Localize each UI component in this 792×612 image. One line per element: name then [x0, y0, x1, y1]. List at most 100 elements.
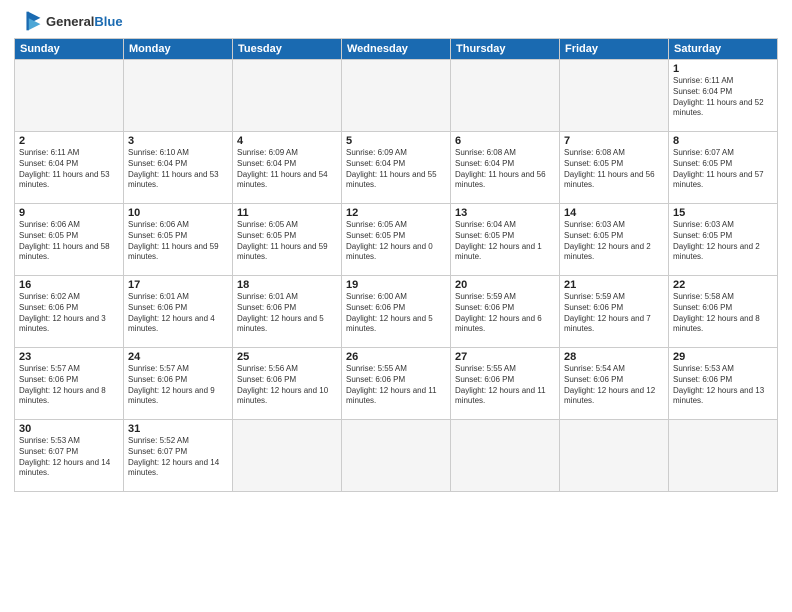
calendar-cell: 24Sunrise: 5:57 AMSunset: 6:06 PMDayligh… [124, 348, 233, 420]
week-row-3: 9 Sunrise: 6:06 AMSunset: 6:05 PMDaylight… [15, 204, 778, 276]
day-number: 31 [128, 423, 228, 435]
day-number: 19 [346, 279, 446, 291]
day-number: 25 [237, 351, 337, 363]
logo-text: GeneralBlue [46, 14, 123, 29]
day-number: 11 [237, 207, 337, 219]
day-number: 7 [564, 135, 664, 147]
day-number: 29 [673, 351, 773, 363]
calendar-cell: 10Sunrise: 6:06 AMSunset: 6:05 PMDayligh… [124, 204, 233, 276]
calendar-cell [451, 60, 560, 132]
day-info: Sunrise: 6:10 AMSunset: 6:04 PMDaylight:… [128, 148, 228, 191]
calendar-cell: 4Sunrise: 6:09 AMSunset: 6:04 PMDaylight… [233, 132, 342, 204]
day-number: 30 [19, 423, 119, 435]
day-info: Sunrise: 6:03 AMSunset: 6:05 PMDaylight:… [673, 220, 773, 263]
weekday-header-thursday: Thursday [451, 39, 560, 60]
weekday-header-friday: Friday [560, 39, 669, 60]
calendar-cell: 8Sunrise: 6:07 AMSunset: 6:05 PMDaylight… [669, 132, 778, 204]
day-info: Sunrise: 5:53 AMSunset: 6:06 PMDaylight:… [673, 364, 773, 407]
day-info: Sunrise: 6:04 AMSunset: 6:05 PMDaylight:… [455, 220, 555, 263]
day-info: Sunrise: 5:58 AMSunset: 6:06 PMDaylight:… [673, 292, 773, 335]
calendar-cell [451, 420, 560, 492]
calendar-cell: 16Sunrise: 6:02 AMSunset: 6:06 PMDayligh… [15, 276, 124, 348]
calendar-cell [669, 420, 778, 492]
calendar-cell: 29Sunrise: 5:53 AMSunset: 6:06 PMDayligh… [669, 348, 778, 420]
day-number: 3 [128, 135, 228, 147]
day-info: Sunrise: 6:08 AMSunset: 6:05 PMDaylight:… [564, 148, 664, 191]
day-number: 1 [673, 63, 773, 75]
calendar-cell [124, 60, 233, 132]
calendar-cell: 6Sunrise: 6:08 AMSunset: 6:04 PMDaylight… [451, 132, 560, 204]
page: GeneralBlue SundayMondayTuesdayWednesday… [0, 0, 792, 612]
calendar-cell: 1Sunrise: 6:11 AMSunset: 6:04 PMDaylight… [669, 60, 778, 132]
day-info: Sunrise: 5:52 AMSunset: 6:07 PMDaylight:… [128, 436, 228, 479]
week-row-6: 30Sunrise: 5:53 AMSunset: 6:07 PMDayligh… [15, 420, 778, 492]
day-info: Sunrise: 6:05 AMSunset: 6:05 PMDaylight:… [237, 220, 337, 263]
weekday-header-row: SundayMondayTuesdayWednesdayThursdayFrid… [15, 39, 778, 60]
calendar-cell: 19Sunrise: 6:00 AMSunset: 6:06 PMDayligh… [342, 276, 451, 348]
day-info: Sunrise: 5:57 AMSunset: 6:06 PMDaylight:… [128, 364, 228, 407]
day-info: Sunrise: 5:59 AMSunset: 6:06 PMDaylight:… [564, 292, 664, 335]
weekday-header-sunday: Sunday [15, 39, 124, 60]
day-number: 9 [19, 207, 119, 219]
calendar-cell: 28Sunrise: 5:54 AMSunset: 6:06 PMDayligh… [560, 348, 669, 420]
day-info: Sunrise: 6:06 AMSunset: 6:05 PMDaylight:… [128, 220, 228, 263]
day-info: Sunrise: 5:54 AMSunset: 6:06 PMDaylight:… [564, 364, 664, 407]
week-row-2: 2Sunrise: 6:11 AMSunset: 6:04 PMDaylight… [15, 132, 778, 204]
calendar-cell: 9Sunrise: 6:06 AMSunset: 6:05 PMDaylight… [15, 204, 124, 276]
day-number: 15 [673, 207, 773, 219]
day-info: Sunrise: 6:11 AMSunset: 6:04 PMDaylight:… [673, 76, 773, 119]
calendar-cell: 23Sunrise: 5:57 AMSunset: 6:06 PMDayligh… [15, 348, 124, 420]
day-number: 5 [346, 135, 446, 147]
calendar-cell: 26Sunrise: 5:55 AMSunset: 6:06 PMDayligh… [342, 348, 451, 420]
day-number: 13 [455, 207, 555, 219]
day-number: 26 [346, 351, 446, 363]
day-number: 17 [128, 279, 228, 291]
weekday-header-tuesday: Tuesday [233, 39, 342, 60]
day-info: Sunrise: 5:55 AMSunset: 6:06 PMDaylight:… [346, 364, 446, 407]
weekday-header-wednesday: Wednesday [342, 39, 451, 60]
calendar-cell [560, 60, 669, 132]
calendar-cell [560, 420, 669, 492]
day-number: 2 [19, 135, 119, 147]
calendar-cell: 27Sunrise: 5:55 AMSunset: 6:06 PMDayligh… [451, 348, 560, 420]
day-number: 21 [564, 279, 664, 291]
day-number: 10 [128, 207, 228, 219]
calendar-cell [342, 60, 451, 132]
calendar-cell: 30Sunrise: 5:53 AMSunset: 6:07 PMDayligh… [15, 420, 124, 492]
day-info: Sunrise: 6:09 AMSunset: 6:04 PMDaylight:… [237, 148, 337, 191]
day-info: Sunrise: 5:55 AMSunset: 6:06 PMDaylight:… [455, 364, 555, 407]
day-info: Sunrise: 6:08 AMSunset: 6:04 PMDaylight:… [455, 148, 555, 191]
calendar-cell [342, 420, 451, 492]
header: GeneralBlue [14, 10, 778, 32]
calendar-cell: 14Sunrise: 6:03 AMSunset: 6:05 PMDayligh… [560, 204, 669, 276]
calendar-cell: 7Sunrise: 6:08 AMSunset: 6:05 PMDaylight… [560, 132, 669, 204]
day-info: Sunrise: 6:01 AMSunset: 6:06 PMDaylight:… [237, 292, 337, 335]
calendar-cell: 11Sunrise: 6:05 AMSunset: 6:05 PMDayligh… [233, 204, 342, 276]
day-number: 22 [673, 279, 773, 291]
calendar-cell: 25Sunrise: 5:56 AMSunset: 6:06 PMDayligh… [233, 348, 342, 420]
day-info: Sunrise: 5:53 AMSunset: 6:07 PMDaylight:… [19, 436, 119, 479]
calendar-cell: 3Sunrise: 6:10 AMSunset: 6:04 PMDaylight… [124, 132, 233, 204]
day-info: Sunrise: 5:59 AMSunset: 6:06 PMDaylight:… [455, 292, 555, 335]
calendar-cell: 20Sunrise: 5:59 AMSunset: 6:06 PMDayligh… [451, 276, 560, 348]
calendar-cell: 2Sunrise: 6:11 AMSunset: 6:04 PMDaylight… [15, 132, 124, 204]
calendar-cell: 5Sunrise: 6:09 AMSunset: 6:04 PMDaylight… [342, 132, 451, 204]
day-number: 4 [237, 135, 337, 147]
calendar-cell [233, 420, 342, 492]
logo-icon [14, 10, 42, 32]
day-info: Sunrise: 6:11 AMSunset: 6:04 PMDaylight:… [19, 148, 119, 191]
calendar-cell: 31Sunrise: 5:52 AMSunset: 6:07 PMDayligh… [124, 420, 233, 492]
calendar-cell: 12Sunrise: 6:05 AMSunset: 6:05 PMDayligh… [342, 204, 451, 276]
day-number: 23 [19, 351, 119, 363]
day-number: 6 [455, 135, 555, 147]
calendar-cell [233, 60, 342, 132]
calendar-cell: 17Sunrise: 6:01 AMSunset: 6:06 PMDayligh… [124, 276, 233, 348]
day-number: 20 [455, 279, 555, 291]
calendar-cell: 13Sunrise: 6:04 AMSunset: 6:05 PMDayligh… [451, 204, 560, 276]
weekday-header-saturday: Saturday [669, 39, 778, 60]
day-number: 28 [564, 351, 664, 363]
day-info: Sunrise: 6:00 AMSunset: 6:06 PMDaylight:… [346, 292, 446, 335]
day-info: Sunrise: 5:57 AMSunset: 6:06 PMDaylight:… [19, 364, 119, 407]
calendar-cell: 21Sunrise: 5:59 AMSunset: 6:06 PMDayligh… [560, 276, 669, 348]
day-number: 18 [237, 279, 337, 291]
